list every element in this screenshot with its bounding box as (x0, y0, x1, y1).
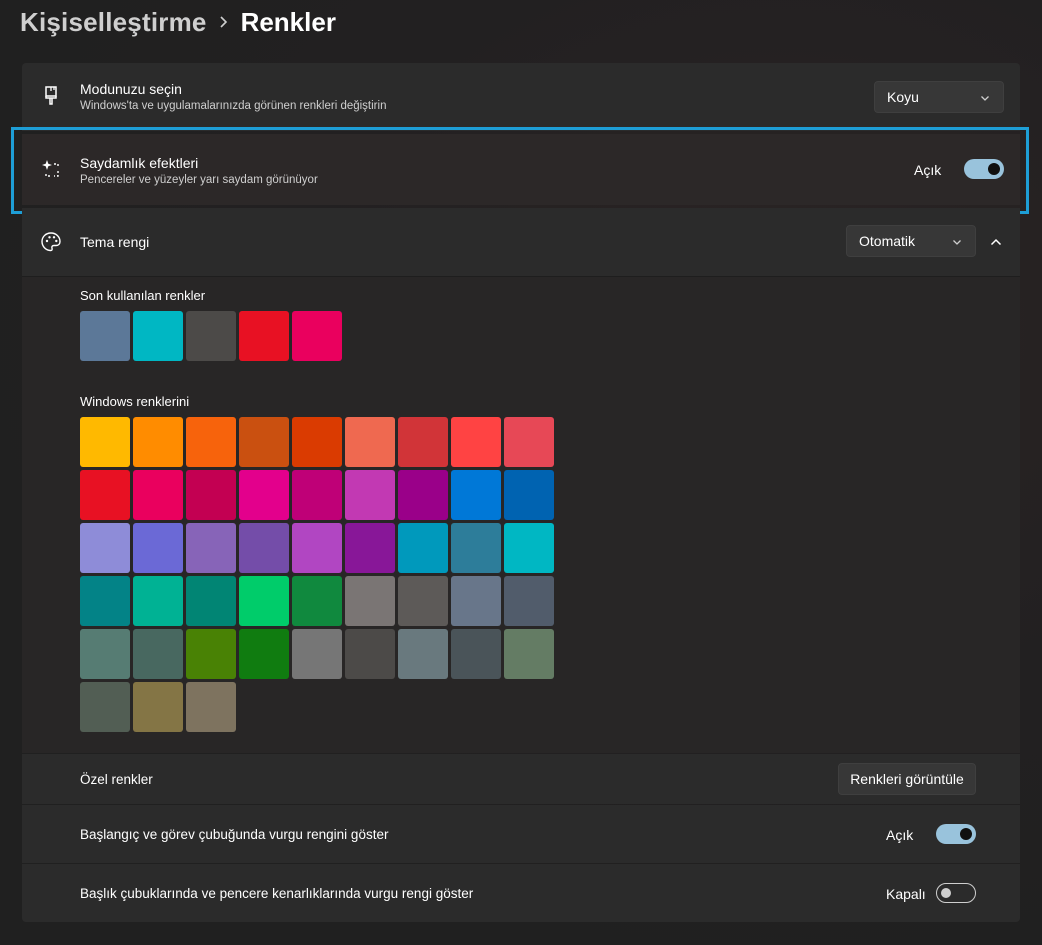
windows-color-swatch[interactable] (80, 417, 130, 467)
windows-color-swatch[interactable] (345, 576, 395, 626)
windows-color-swatch[interactable] (292, 576, 342, 626)
windows-color-swatch[interactable] (239, 417, 289, 467)
windows-color-swatch[interactable] (186, 629, 236, 679)
windows-color-swatch[interactable] (504, 629, 554, 679)
windows-color-swatch[interactable] (186, 417, 236, 467)
accent-color-panel: Son kullanılan renkler Windows renklerin… (22, 276, 1020, 753)
windows-color-swatch[interactable] (186, 576, 236, 626)
windows-color-swatch[interactable] (345, 629, 395, 679)
windows-colors-grid (80, 417, 554, 732)
windows-color-swatch[interactable] (133, 682, 183, 732)
windows-color-swatch[interactable] (186, 682, 236, 732)
windows-color-swatch[interactable] (239, 629, 289, 679)
windows-color-swatch[interactable] (292, 629, 342, 679)
paint-brush-icon (40, 85, 62, 107)
start-taskbar-accent-row: Başlangıç ve görev çubuğunda vurgu rengi… (22, 805, 1020, 863)
recent-colors-label: Son kullanılan renkler (80, 288, 206, 303)
start-taskbar-toggle[interactable] (936, 824, 976, 844)
mode-dropdown-value: Koyu (887, 89, 919, 105)
windows-color-swatch[interactable] (80, 682, 130, 732)
windows-color-swatch[interactable] (345, 417, 395, 467)
windows-color-swatch[interactable] (398, 629, 448, 679)
mode-row: Modunuzu seçin Windows'ta ve uygulamalar… (22, 63, 1020, 131)
palette-icon (40, 231, 62, 253)
start-taskbar-state-label: Açık (886, 827, 914, 843)
recent-color-swatch[interactable] (239, 311, 289, 361)
toggle-knob (960, 828, 972, 840)
view-colors-button[interactable]: Renkleri görüntüle (838, 763, 976, 795)
recent-color-swatch[interactable] (80, 311, 130, 361)
chevron-up-icon[interactable] (981, 227, 1011, 257)
windows-color-swatch[interactable] (80, 470, 130, 520)
windows-colors-label: Windows renklerini (80, 394, 190, 409)
title-bars-accent-row: Başlık çubuklarında ve pencere kenarlıkl… (22, 864, 1020, 922)
toggle-knob (941, 888, 951, 898)
windows-color-swatch[interactable] (292, 470, 342, 520)
start-taskbar-title: Başlangıç ve görev çubuğunda vurgu rengi… (80, 827, 389, 842)
windows-color-swatch[interactable] (133, 576, 183, 626)
mode-title: Modunuzu seçin (80, 81, 182, 97)
windows-color-swatch[interactable] (239, 523, 289, 573)
windows-color-swatch[interactable] (504, 576, 554, 626)
accent-color-row[interactable]: Tema rengi Otomatik (22, 208, 1020, 276)
breadcrumb-parent[interactable]: Kişiselleştirme (20, 7, 207, 38)
windows-color-swatch[interactable] (398, 523, 448, 573)
windows-color-swatch[interactable] (133, 629, 183, 679)
windows-color-swatch[interactable] (80, 523, 130, 573)
windows-color-swatch[interactable] (451, 576, 501, 626)
accent-dropdown[interactable]: Otomatik (846, 225, 976, 257)
windows-color-swatch[interactable] (398, 576, 448, 626)
recent-color-swatch[interactable] (186, 311, 236, 361)
windows-color-swatch[interactable] (504, 523, 554, 573)
title-bars-toggle[interactable] (936, 883, 976, 903)
windows-color-swatch[interactable] (398, 470, 448, 520)
windows-color-swatch[interactable] (451, 417, 501, 467)
windows-color-swatch[interactable] (80, 629, 130, 679)
windows-color-swatch[interactable] (345, 523, 395, 573)
windows-color-swatch[interactable] (186, 523, 236, 573)
windows-color-swatch[interactable] (451, 629, 501, 679)
windows-color-swatch[interactable] (239, 470, 289, 520)
recent-color-swatch[interactable] (133, 311, 183, 361)
windows-color-swatch[interactable] (345, 470, 395, 520)
chevron-right-icon (207, 15, 241, 29)
focus-outline (11, 127, 1029, 214)
page-title: Renkler (240, 6, 336, 37)
chevron-down-icon (951, 235, 963, 247)
recent-colors-grid (80, 311, 342, 361)
windows-color-swatch[interactable] (80, 576, 130, 626)
windows-color-swatch[interactable] (398, 417, 448, 467)
windows-color-swatch[interactable] (239, 576, 289, 626)
windows-color-swatch[interactable] (504, 417, 554, 467)
title-bars-title: Başlık çubuklarında ve pencere kenarlıkl… (80, 886, 474, 901)
windows-color-swatch[interactable] (292, 417, 342, 467)
windows-color-swatch[interactable] (292, 523, 342, 573)
chevron-down-icon (979, 91, 991, 103)
breadcrumb: Kişiselleştirme Renkler (20, 6, 336, 38)
windows-color-swatch[interactable] (133, 523, 183, 573)
windows-color-swatch[interactable] (504, 470, 554, 520)
mode-dropdown[interactable]: Koyu (874, 81, 1004, 113)
windows-color-swatch[interactable] (451, 470, 501, 520)
settings-page: Kişiselleştirme Renkler Modunuzu seçin W… (0, 0, 1042, 945)
accent-dropdown-value: Otomatik (859, 233, 916, 249)
recent-color-swatch[interactable] (292, 311, 342, 361)
windows-color-swatch[interactable] (133, 417, 183, 467)
custom-colors-label: Özel renkler (80, 772, 153, 787)
accent-title: Tema rengi (80, 234, 150, 250)
mode-subtitle: Windows'ta ve uygulamalarınızda görünen … (80, 100, 387, 112)
windows-color-swatch[interactable] (133, 470, 183, 520)
title-bars-state-label: Kapalı (886, 886, 926, 902)
windows-color-swatch[interactable] (186, 470, 236, 520)
windows-color-swatch[interactable] (451, 523, 501, 573)
custom-colors-row: Özel renkler Renkleri görüntüle (22, 754, 1020, 804)
